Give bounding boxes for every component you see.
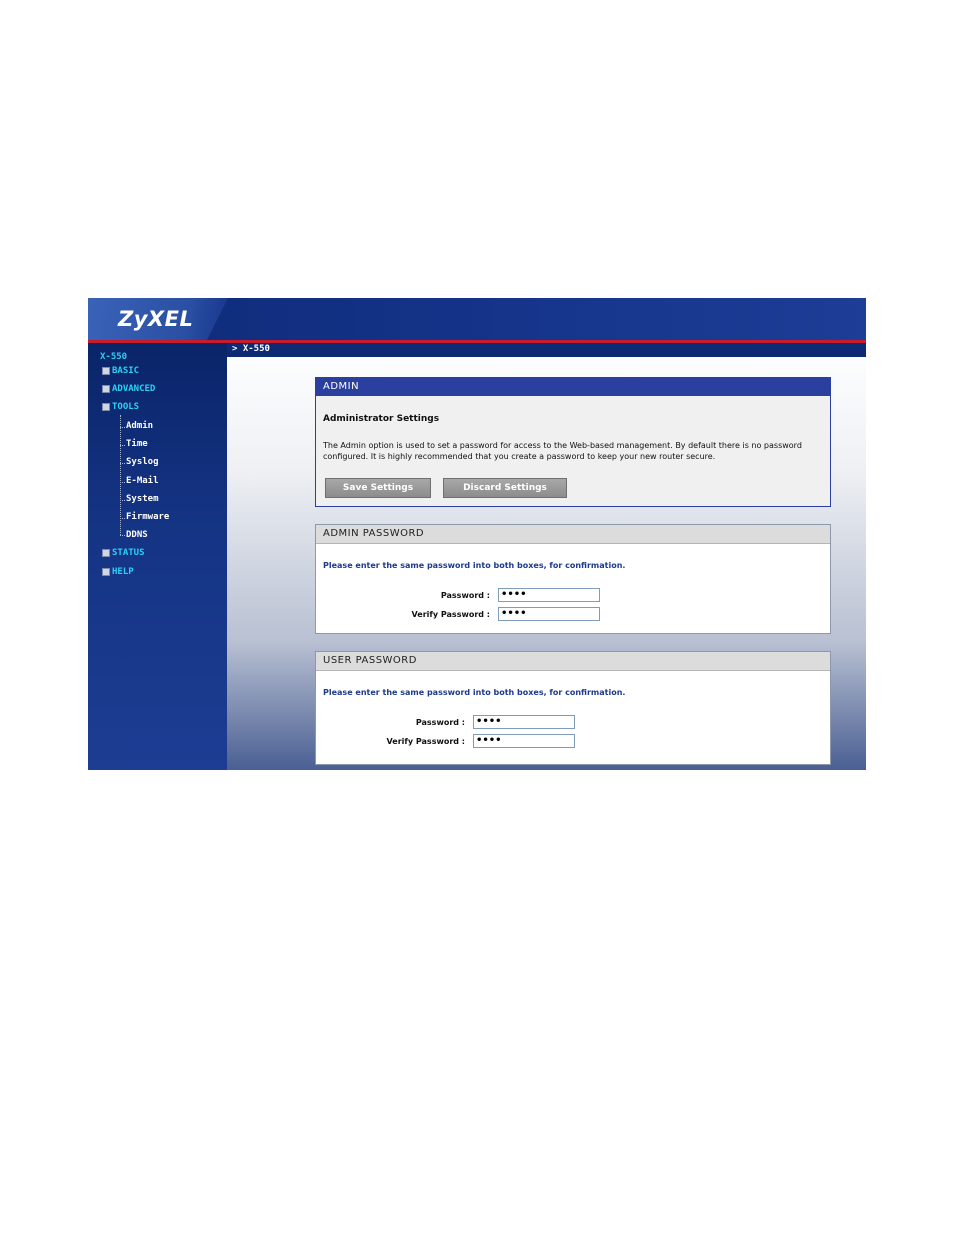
router-admin-window: ZyXEL X-550 BASIC ADVANCED TOOLS Admin T… [88,298,866,770]
admin-password-input[interactable]: •••• [498,588,600,602]
admin-password-note: Please enter the same password into both… [323,561,626,570]
expand-icon [102,384,110,393]
user-password-label: Password : [415,718,465,727]
sidebar-subitem-ddns[interactable]: DDNS [126,530,148,540]
user-verify-password-input[interactable]: •••• [473,734,575,748]
sidebar-item-label: BASIC [112,366,140,376]
admin-panel: ADMIN Administrator Settings The Admin o… [315,377,831,507]
user-verify-password-label: Verify Password : [386,737,465,746]
breadcrumb: > X-550 [232,344,270,354]
sidebar-title[interactable]: X-550 [100,352,127,362]
admin-panel-body: Administrator Settings The Admin option … [316,396,830,506]
sidebar-subitem-firmware[interactable]: Firmware [126,512,169,522]
sidebar-subitem-syslog[interactable]: Syslog [126,457,159,467]
sidebar-item-status[interactable]: STATUS [102,548,145,558]
sidebar-item-label: TOOLS [112,402,140,412]
admin-password-label: Password : [440,591,490,600]
discard-settings-button[interactable]: Discard Settings [443,478,567,498]
sidebar-subitem-admin[interactable]: Admin [126,421,153,431]
admin-verify-password-label: Verify Password : [411,610,490,619]
sidebar-subitem-time[interactable]: Time [126,439,148,449]
save-settings-button[interactable]: Save Settings [325,478,431,498]
header-bar: ZyXEL [88,298,866,343]
sidebar-item-basic[interactable]: BASIC [102,366,139,376]
user-password-input[interactable]: •••• [473,715,575,729]
admin-panel-title: ADMIN [316,378,830,396]
zyxel-logo: ZyXEL [118,307,194,331]
user-password-title: USER PASSWORD [316,652,830,671]
sidebar-subitem-system[interactable]: System [126,494,159,504]
admin-settings-heading: Administrator Settings [323,414,440,424]
sidebar-item-tools[interactable]: TOOLS [102,402,139,412]
expand-icon [102,366,110,375]
expand-icon [102,567,110,576]
admin-verify-password-input[interactable]: •••• [498,607,600,621]
sidebar-item-label: STATUS [112,548,145,558]
sidebar-item-advanced[interactable]: ADVANCED [102,384,155,394]
user-password-panel: USER PASSWORD Please enter the same pass… [315,651,831,765]
admin-password-title: ADMIN PASSWORD [316,525,830,544]
admin-description-line1: The Admin option is used to set a passwo… [323,441,802,450]
sidebar-item-help[interactable]: HELP [102,567,134,577]
admin-password-panel: ADMIN PASSWORD Please enter the same pas… [315,524,831,634]
breadcrumb-bar: > X-550 [227,343,866,357]
expand-icon [102,548,110,557]
collapse-icon [102,402,110,411]
sidebar-subitem-email[interactable]: E-Mail [126,476,159,486]
sidebar-item-label: HELP [112,567,134,577]
sidebar-item-label: ADVANCED [112,384,156,394]
sidebar: X-550 BASIC ADVANCED TOOLS Admin Time Sy… [88,343,227,770]
admin-description-line2: configured. It is highly recommended tha… [323,452,716,461]
user-password-note: Please enter the same password into both… [323,688,626,697]
tree-connector [120,415,121,535]
